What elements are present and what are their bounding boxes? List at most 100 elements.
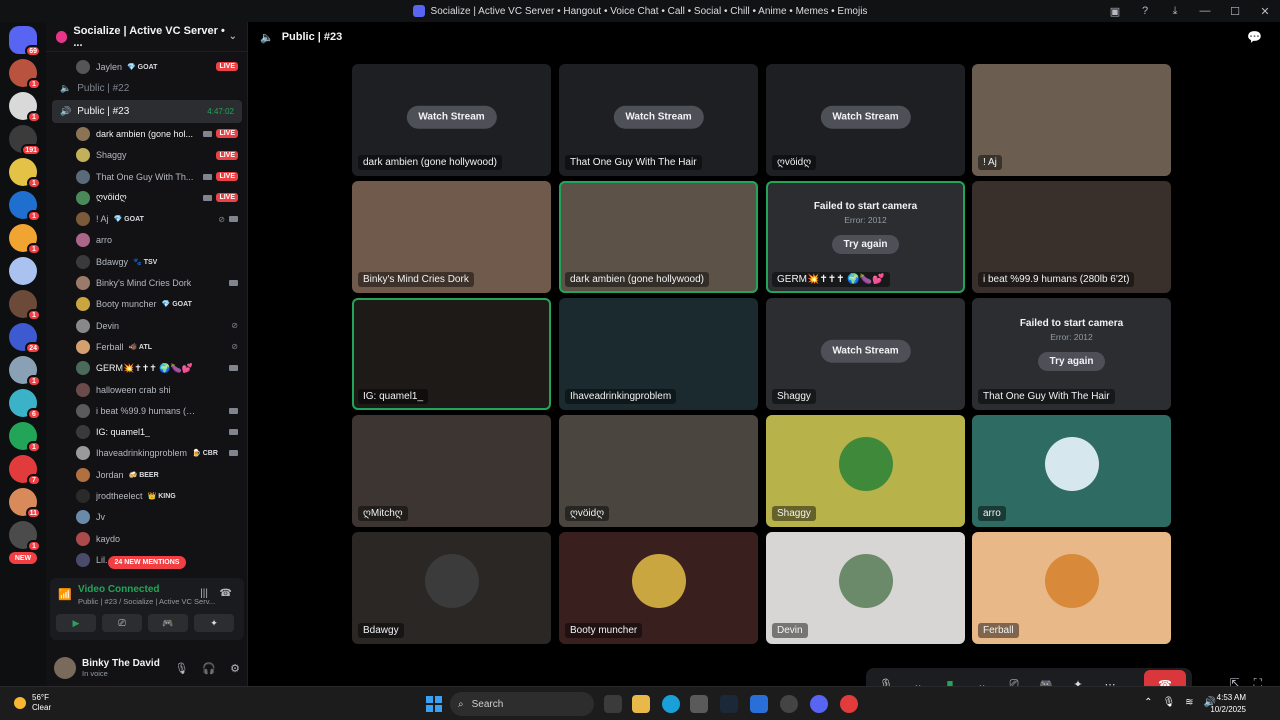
video-tile[interactable]: arro [972,415,1171,527]
server-icon[interactable]: 1 [9,191,41,222]
close-button[interactable]: ✕ [1250,0,1280,22]
camera-button[interactable]: ▶ [56,614,96,632]
server-icon[interactable]: 191 [9,125,41,156]
watch-stream-button[interactable]: Watch Stream [406,105,497,129]
noise-suppression-icon[interactable]: ||| [200,588,208,599]
voice-user[interactable]: Jordan 🍻 BEER [46,464,248,485]
watch-stream-button[interactable]: Watch Stream [820,105,911,129]
guild-header[interactable]: Socialize | Active VC Server • ... ⌄ [46,22,247,52]
server-icon[interactable]: 1 [9,158,41,189]
server-icon[interactable]: 1 [9,422,41,453]
voice-user[interactable]: dark ambien (gone hol... LIVE [46,123,248,144]
taskbar-search[interactable]: ⌕ Search [450,692,594,716]
server-icon[interactable]: 1 [9,521,41,552]
video-tile[interactable]: Watch Stream dark ambien (gone hollywood) [352,64,551,176]
video-tile[interactable]: IG: quamel1_ [352,298,551,410]
headphones-icon[interactable]: 🎧 [202,662,216,675]
video-tile[interactable]: Watch Stream ღvöidღ [766,64,965,176]
notepad-icon[interactable] [750,695,768,713]
voice-user[interactable]: ღvöidღ LIVE [46,187,248,208]
server-icon[interactable]: 1 [9,356,41,387]
server-icon[interactable]: 1 [9,224,41,255]
video-tile[interactable]: ღMitchღ [352,415,551,527]
new-badge[interactable]: NEW [9,552,37,564]
file-explorer-icon[interactable] [632,695,650,713]
video-tile[interactable]: Bdawgy [352,532,551,644]
server-icon[interactable]: 6 [9,389,41,420]
microphone-icon[interactable]: 🎙 [174,662,188,675]
maximize-button[interactable]: ☐ [1220,0,1250,22]
server-icon[interactable]: 1 [9,290,41,321]
channel-public-23[interactable]: 🔊 Public | #23 4:47:02 [52,100,242,124]
weather-widget[interactable]: 56°F Clear [14,693,51,713]
discord-icon[interactable] [810,695,828,713]
windows-start-icon[interactable] [426,696,442,712]
voice-user[interactable]: Bdawgy 🐾 TSV [46,251,248,272]
voice-user[interactable]: Jaylen 💎 GOAT LIVE [46,56,248,77]
avatar[interactable] [54,657,76,679]
microphone-icon[interactable]: 🎙 [1162,697,1175,708]
app-icon[interactable] [780,695,798,713]
edge-icon[interactable] [662,695,680,713]
voice-user[interactable]: jrodtheelect 👑 KING [46,485,248,506]
try-again-button[interactable]: Try again [831,235,900,254]
video-tile[interactable]: Ihaveadrinkingproblem [559,298,758,410]
clock[interactable]: 4:53 AM 10/2/2025 [1210,692,1246,716]
voice-user[interactable]: Ihaveadrinkingproblem 🍺 CBR [46,443,248,464]
voice-user[interactable]: ! Aj 💎 GOAT ⊘ [46,208,248,229]
video-tile[interactable]: Failed to start camera Error: 2012 Try aga… [766,181,965,293]
signal-icon[interactable]: 📶 [58,588,72,601]
video-tile[interactable]: Binky's Mind Cries Dork [352,181,551,293]
voice-user[interactable]: Devin ⊘ [46,315,248,336]
voice-user[interactable]: That One Guy With Th... LIVE [46,166,248,187]
soundboard-button[interactable]: ✦ [194,614,234,632]
voice-user[interactable]: arro [46,230,248,251]
server-icon[interactable]: 69 [9,26,41,57]
new-mentions-badge[interactable]: 24 NEW MENTIONS [108,556,186,569]
server-icon[interactable]: 1 [9,59,41,90]
steam-icon[interactable] [720,695,738,713]
server-icon[interactable]: 7 [9,455,41,486]
video-tile[interactable]: Watch Stream Shaggy [766,298,965,410]
video-tile[interactable]: dark ambien (gone hollywood) [559,181,758,293]
voice-user[interactable]: Booty muncher 💎 GOAT [46,294,248,315]
voice-user[interactable]: Shaggy LIVE [46,145,248,166]
server-icon[interactable]: 24 [9,323,41,354]
wifi-icon[interactable]: ≋ [1185,697,1193,708]
voice-user[interactable]: IG: quamel1_ [46,421,248,442]
voice-user[interactable]: i beat %99.9 humans (280lb 6... [46,400,248,421]
inbox-icon[interactable]: ▣ [1100,0,1130,22]
voice-user[interactable]: Jv [46,507,248,528]
help-icon[interactable]: ? [1130,0,1160,22]
minimize-button[interactable]: — [1190,0,1220,22]
activities-button[interactable]: 🎮 [148,614,188,632]
store-icon[interactable] [690,695,708,713]
chevron-down-icon[interactable]: ⌄ [229,31,237,42]
channel-public-22[interactable]: 🔈 Public | #22 [52,77,242,100]
voice-user[interactable]: halloween crab shi [46,379,248,400]
chat-icon[interactable]: 💬 [1247,30,1262,44]
voice-user[interactable]: kaydo [46,528,248,549]
voice-subtitle[interactable]: Public | #23 / Socialize | Active VC Ser… [78,597,218,606]
video-tile[interactable]: Watch Stream That One Guy With The Hair [559,64,758,176]
voice-user[interactable]: Ferball 🐗 ATL ⊘ [46,336,248,357]
disconnect-icon[interactable]: ☎ [220,588,232,599]
chevron-up-icon[interactable]: ⌃ [1144,697,1152,708]
video-tile[interactable]: ! Aj [972,64,1171,176]
voice-user[interactable]: GERM💥✝✝✝ 🌍🍆💕 [46,358,248,379]
server-icon[interactable]: 1 [9,92,41,123]
video-tile[interactable]: ღvöidღ [559,415,758,527]
download-icon[interactable]: ⤓ [1160,0,1190,22]
watch-stream-button[interactable]: Watch Stream [613,105,704,129]
server-icon[interactable] [9,257,37,285]
try-again-button[interactable]: Try again [1037,352,1106,371]
opera-icon[interactable] [840,695,858,713]
video-tile[interactable]: Booty muncher [559,532,758,644]
video-tile[interactable]: Devin [766,532,965,644]
video-tile[interactable]: i beat %99.9 humans (280lb 6'2t) [972,181,1171,293]
screenshare-button[interactable]: ⎚ [102,614,142,632]
watch-stream-button[interactable]: Watch Stream [820,339,911,363]
gear-icon[interactable]: ⚙ [230,662,240,675]
video-tile[interactable]: Shaggy [766,415,965,527]
server-icon[interactable]: 11 [9,488,41,519]
